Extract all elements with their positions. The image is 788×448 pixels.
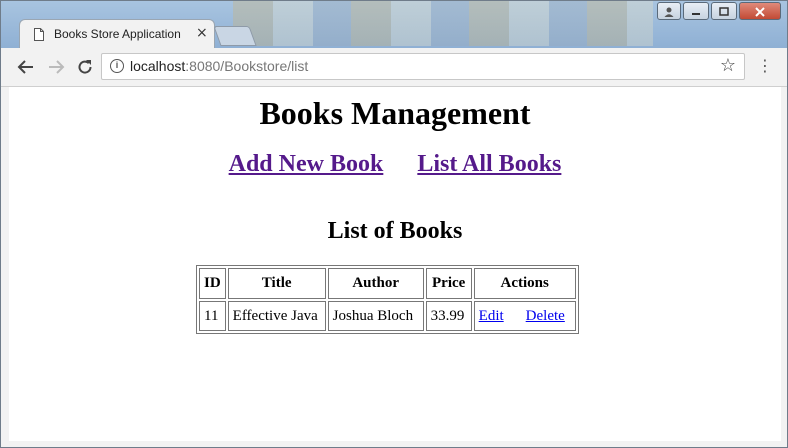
close-window-icon[interactable]	[739, 2, 781, 20]
table-row: 11 Effective Java Joshua Bloch 33.99 Edi…	[199, 301, 576, 331]
tab-close-icon[interactable]: ×	[196, 25, 208, 41]
menu-icon[interactable]: ⋮	[757, 56, 773, 75]
tab-title: Books Store Application	[54, 27, 181, 41]
address-bar[interactable]: i localhost:8080/Bookstore/list ☆	[101, 53, 745, 80]
column-header-author: Author	[327, 268, 424, 299]
nav-links: Add New Book List All Books	[9, 151, 781, 178]
minimize-icon[interactable]	[683, 2, 709, 20]
forward-icon[interactable]	[45, 58, 67, 76]
add-new-book-link[interactable]: Add New Book	[229, 151, 384, 177]
cell-title: Effective Java	[227, 301, 326, 331]
new-tab-button[interactable]	[213, 26, 257, 46]
title-bar: Books Store Application ×	[1, 1, 787, 49]
browser-tab[interactable]: Books Store Application ×	[19, 19, 215, 49]
delete-link[interactable]: Delete	[526, 308, 565, 324]
books-table: ID Title Author Price Actions 11 Effecti…	[196, 265, 579, 334]
cell-author: Joshua Bloch	[327, 301, 424, 331]
profile-icon[interactable]	[657, 2, 681, 20]
browser-window: Books Store Application × i localhost:80…	[0, 0, 788, 448]
url-host: localhost	[130, 58, 186, 74]
url-path: :8080/Bookstore/list	[185, 58, 309, 74]
page-icon	[34, 28, 44, 41]
table-header-row: ID Title Author Price Actions	[199, 268, 576, 299]
cell-actions: Edit Delete	[473, 301, 576, 331]
list-all-books-link[interactable]: List All Books	[417, 151, 561, 177]
back-icon[interactable]	[15, 58, 37, 76]
cell-id: 11	[199, 301, 226, 331]
info-icon[interactable]: i	[110, 59, 124, 73]
column-header-actions: Actions	[473, 268, 576, 299]
window-controls	[657, 2, 781, 22]
reload-icon[interactable]	[74, 58, 96, 76]
cell-price: 33.99	[425, 301, 472, 331]
page-title: Books Management	[259, 95, 531, 131]
background-window-strip	[233, 1, 653, 46]
star-icon[interactable]: ☆	[720, 55, 736, 76]
page-content: Books Management Add New Book List All B…	[9, 87, 781, 441]
edit-link[interactable]: Edit	[479, 308, 504, 324]
maximize-icon[interactable]	[711, 2, 737, 20]
column-header-title: Title	[227, 268, 326, 299]
column-header-price: Price	[425, 268, 472, 299]
column-header-id: ID	[199, 268, 226, 299]
table-caption: List of Books	[327, 218, 463, 244]
browser-toolbar: i localhost:8080/Bookstore/list ☆ ⋮	[1, 48, 787, 87]
url-text[interactable]: localhost:8080/Bookstore/list	[130, 58, 308, 74]
